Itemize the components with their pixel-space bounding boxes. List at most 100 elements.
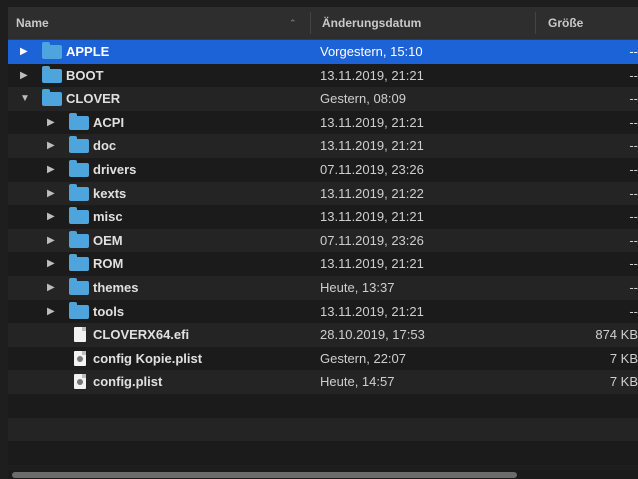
folder-row[interactable]: ▶ ACPI 13.11.2019, 21:21 -- bbox=[8, 110, 638, 135]
folder-icon bbox=[69, 136, 89, 154]
column-header-date[interactable]: Änderungsdatum bbox=[322, 7, 421, 39]
disclosure-triangle-down-icon[interactable]: ▼ bbox=[20, 87, 30, 111]
disclosure-triangle-right-icon[interactable]: ▶ bbox=[47, 205, 55, 229]
modified-date: Gestern, 08:09 bbox=[320, 91, 406, 107]
file-size: -- bbox=[629, 209, 638, 225]
modified-date: 13.11.2019, 21:21 bbox=[320, 138, 424, 154]
modified-date: 07.11.2019, 23:26 bbox=[320, 232, 424, 248]
file-name: ROM bbox=[93, 256, 124, 272]
column-header-bar: Name ⌃ Änderungsdatum Größe bbox=[8, 7, 638, 40]
folder-icon bbox=[69, 160, 89, 177]
folder-icon bbox=[69, 301, 89, 319]
file-name: doc bbox=[93, 138, 117, 154]
disclosure-triangle-right-icon[interactable]: ▶ bbox=[47, 252, 55, 276]
file-name: themes bbox=[93, 280, 139, 295]
file-name: APPLE bbox=[66, 44, 110, 59]
scrollbar-thumb[interactable] bbox=[12, 472, 517, 478]
file-name: misc bbox=[93, 209, 123, 225]
column-header-size[interactable]: Größe bbox=[548, 7, 583, 39]
document-icon bbox=[74, 327, 86, 343]
empty-row bbox=[8, 394, 638, 418]
disclosure-triangle-right-icon[interactable]: ▶ bbox=[47, 276, 55, 300]
folder-icon bbox=[42, 65, 62, 83]
folder-row[interactable]: ▶ misc 13.11.2019, 21:21 -- bbox=[8, 205, 638, 229]
folder-icon bbox=[69, 230, 89, 248]
modified-date: 13.11.2019, 21:21 bbox=[320, 114, 424, 130]
file-name: CLOVERX64.efi bbox=[93, 327, 190, 343]
folder-row[interactable]: ▶ BOOT 13.11.2019, 21:21 -- bbox=[8, 63, 638, 88]
modified-date: Vorgestern, 15:10 bbox=[320, 44, 423, 59]
file-name: ACPI bbox=[93, 114, 125, 130]
file-list: ▶ APPLE Vorgestern, 15:10 -- ▶ BOOT 13.11.2019… bbox=[8, 40, 638, 470]
modified-date: 07.11.2019, 23:26 bbox=[320, 162, 424, 177]
folder-row[interactable]: ▶ drivers 07.11.2019, 23:26 -- bbox=[8, 158, 638, 182]
modified-date: 28.10.2019, 17:53 bbox=[320, 327, 425, 343]
folder-row[interactable]: ▼ CLOVER Gestern, 08:09 -- bbox=[8, 87, 638, 111]
file-row[interactable]: config.plist Heute, 14:57 7 KB bbox=[8, 370, 638, 394]
file-name: config Kopie.plist bbox=[93, 350, 203, 366]
file-size: -- bbox=[629, 138, 638, 154]
gear-mark-icon bbox=[77, 379, 83, 386]
column-divider[interactable] bbox=[535, 12, 536, 34]
file-size: -- bbox=[629, 114, 638, 130]
modified-date: 13.11.2019, 21:21 bbox=[320, 209, 424, 225]
folder-row[interactable]: ▶ kexts 13.11.2019, 21:22 -- bbox=[8, 181, 638, 206]
horizontal-scrollbar[interactable] bbox=[8, 470, 638, 479]
file-size: -- bbox=[629, 162, 638, 177]
folder-row[interactable]: ▶ APPLE Vorgestern, 15:10 -- bbox=[8, 40, 638, 64]
folder-icon bbox=[42, 89, 62, 107]
file-row[interactable]: config Kopie.plist Gestern, 22:07 7 KB bbox=[8, 346, 638, 371]
modified-date: 13.11.2019, 21:21 bbox=[320, 303, 424, 319]
folder-row[interactable]: ▶ tools 13.11.2019, 21:21 -- bbox=[8, 299, 638, 324]
disclosure-triangle-right-icon[interactable]: ▶ bbox=[20, 40, 28, 64]
disclosure-triangle-right-icon[interactable]: ▶ bbox=[20, 64, 28, 88]
modified-date: Heute, 14:57 bbox=[320, 374, 395, 390]
file-name: drivers bbox=[93, 162, 137, 177]
folder-icon bbox=[69, 254, 89, 272]
folder-icon bbox=[69, 207, 89, 225]
file-size: -- bbox=[629, 280, 638, 295]
gear-mark-icon bbox=[77, 355, 83, 362]
file-row[interactable]: CLOVERX64.efi 28.10.2019, 17:53 874 KB bbox=[8, 323, 638, 347]
plist-document-icon bbox=[74, 350, 86, 366]
file-size: 7 KB bbox=[609, 374, 638, 390]
folder-icon bbox=[69, 278, 89, 295]
modified-date: 13.11.2019, 21:22 bbox=[320, 185, 424, 201]
column-divider[interactable] bbox=[310, 12, 311, 34]
empty-row bbox=[8, 417, 638, 442]
disclosure-triangle-right-icon[interactable]: ▶ bbox=[47, 300, 55, 324]
folder-row[interactable]: ▶ OEM 07.11.2019, 23:26 -- bbox=[8, 228, 638, 253]
file-name: CLOVER bbox=[66, 91, 121, 107]
modified-date: 13.11.2019, 21:21 bbox=[320, 67, 424, 83]
file-size: -- bbox=[629, 232, 638, 248]
folder-row[interactable]: ▶ themes Heute, 13:37 -- bbox=[8, 276, 638, 300]
modified-date: Heute, 13:37 bbox=[320, 280, 395, 295]
finder-list-view: Name ⌃ Änderungsdatum Größe ▶ APPLE Vorges… bbox=[0, 0, 638, 479]
disclosure-triangle-right-icon[interactable]: ▶ bbox=[47, 229, 55, 253]
file-size: 7 KB bbox=[609, 350, 638, 366]
file-size: -- bbox=[629, 256, 638, 272]
folder-row[interactable]: ▶ ROM 13.11.2019, 21:21 -- bbox=[8, 252, 638, 276]
disclosure-triangle-right-icon[interactable]: ▶ bbox=[47, 182, 55, 206]
column-header-name[interactable]: Name bbox=[16, 7, 49, 39]
folder-icon bbox=[69, 112, 89, 130]
chevron-up-icon: ⌃ bbox=[289, 18, 297, 28]
file-name: config.plist bbox=[93, 374, 163, 390]
file-size: -- bbox=[629, 91, 638, 107]
file-size: -- bbox=[629, 303, 638, 319]
disclosure-triangle-right-icon[interactable]: ▶ bbox=[47, 134, 55, 158]
folder-icon bbox=[69, 183, 89, 201]
file-size: -- bbox=[629, 44, 638, 59]
plist-document-icon bbox=[74, 374, 86, 390]
modified-date: Gestern, 22:07 bbox=[320, 350, 406, 366]
file-name: BOOT bbox=[66, 67, 104, 83]
file-size: -- bbox=[629, 67, 638, 83]
file-name: tools bbox=[93, 303, 125, 319]
folder-row[interactable]: ▶ doc 13.11.2019, 21:21 -- bbox=[8, 134, 638, 158]
disclosure-triangle-right-icon[interactable]: ▶ bbox=[47, 111, 55, 135]
disclosure-triangle-right-icon[interactable]: ▶ bbox=[47, 158, 55, 182]
folder-icon bbox=[42, 42, 62, 59]
file-name: kexts bbox=[93, 185, 127, 201]
file-size: -- bbox=[629, 185, 638, 201]
file-size: 874 KB bbox=[595, 327, 638, 343]
